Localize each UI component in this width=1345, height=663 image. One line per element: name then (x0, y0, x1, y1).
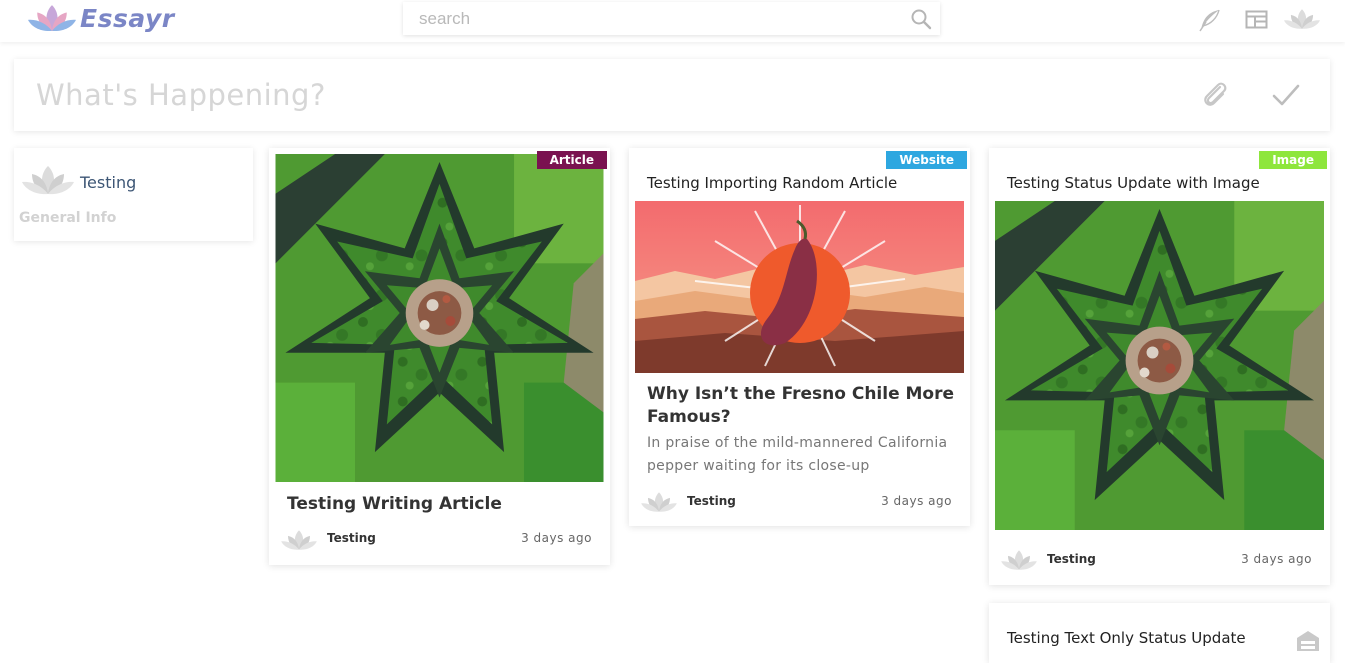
profile-card: Testing General Info (14, 148, 253, 241)
search-bar (403, 2, 940, 35)
general-info-link[interactable]: General Info (19, 210, 116, 226)
avatar[interactable] (22, 164, 74, 196)
archive-icon[interactable] (1294, 629, 1322, 651)
image-badge[interactable]: Image (1259, 151, 1327, 169)
website-excerpt: In praise of the mild-mannered Californi… (647, 435, 948, 474)
image-card[interactable]: Image Testing Status Update with Image T… (989, 148, 1330, 585)
article-card[interactable]: Article Testing Writing Article Testing … (269, 148, 610, 565)
website-card[interactable]: Website Testing Importing Random Article (629, 148, 970, 526)
lotus-logo-icon (28, 5, 76, 32)
author-name[interactable]: Testing (687, 494, 736, 508)
post-time: 3 days ago (1241, 552, 1312, 566)
author-avatar[interactable] (281, 529, 317, 551)
article-badge[interactable]: Article (536, 151, 607, 169)
logo[interactable]: Essayr (28, 1, 175, 35)
search-input[interactable] (403, 2, 893, 35)
post-time: 3 days ago (881, 494, 952, 508)
status-composer (14, 59, 1330, 131)
status-input[interactable] (14, 59, 1174, 131)
website-preview-image[interactable] (635, 201, 964, 373)
status-image[interactable] (995, 201, 1324, 530)
author-avatar[interactable] (641, 491, 677, 513)
website-headline[interactable]: Why Isn’t the Fresno Chile More Famous? (647, 383, 957, 429)
top-navbar: Essayr (0, 0, 1345, 42)
article-image[interactable] (275, 154, 604, 482)
profile-name[interactable]: Testing (80, 173, 136, 192)
author-avatar[interactable] (1001, 549, 1037, 571)
author-name[interactable]: Testing (1047, 552, 1096, 566)
paperclip-icon[interactable] (1200, 79, 1230, 111)
layout-icon[interactable] (1244, 8, 1270, 32)
post-title[interactable]: Testing Text Only Status Update (1007, 629, 1246, 647)
lotus-avatar-icon[interactable] (1284, 6, 1320, 32)
feather-icon[interactable] (1197, 8, 1223, 32)
author-name[interactable]: Testing (327, 531, 376, 545)
post-title[interactable]: Testing Importing Random Article (647, 174, 897, 192)
checkmark-icon[interactable] (1271, 81, 1301, 109)
text-status-card[interactable]: Testing Text Only Status Update (989, 603, 1330, 663)
article-headline[interactable]: Testing Writing Article (287, 493, 502, 516)
post-time: 3 days ago (521, 531, 592, 545)
search-icon[interactable] (910, 8, 932, 30)
website-badge[interactable]: Website (886, 151, 967, 169)
logo-text: Essayr (80, 3, 175, 33)
post-title[interactable]: Testing Status Update with Image (1007, 174, 1260, 192)
